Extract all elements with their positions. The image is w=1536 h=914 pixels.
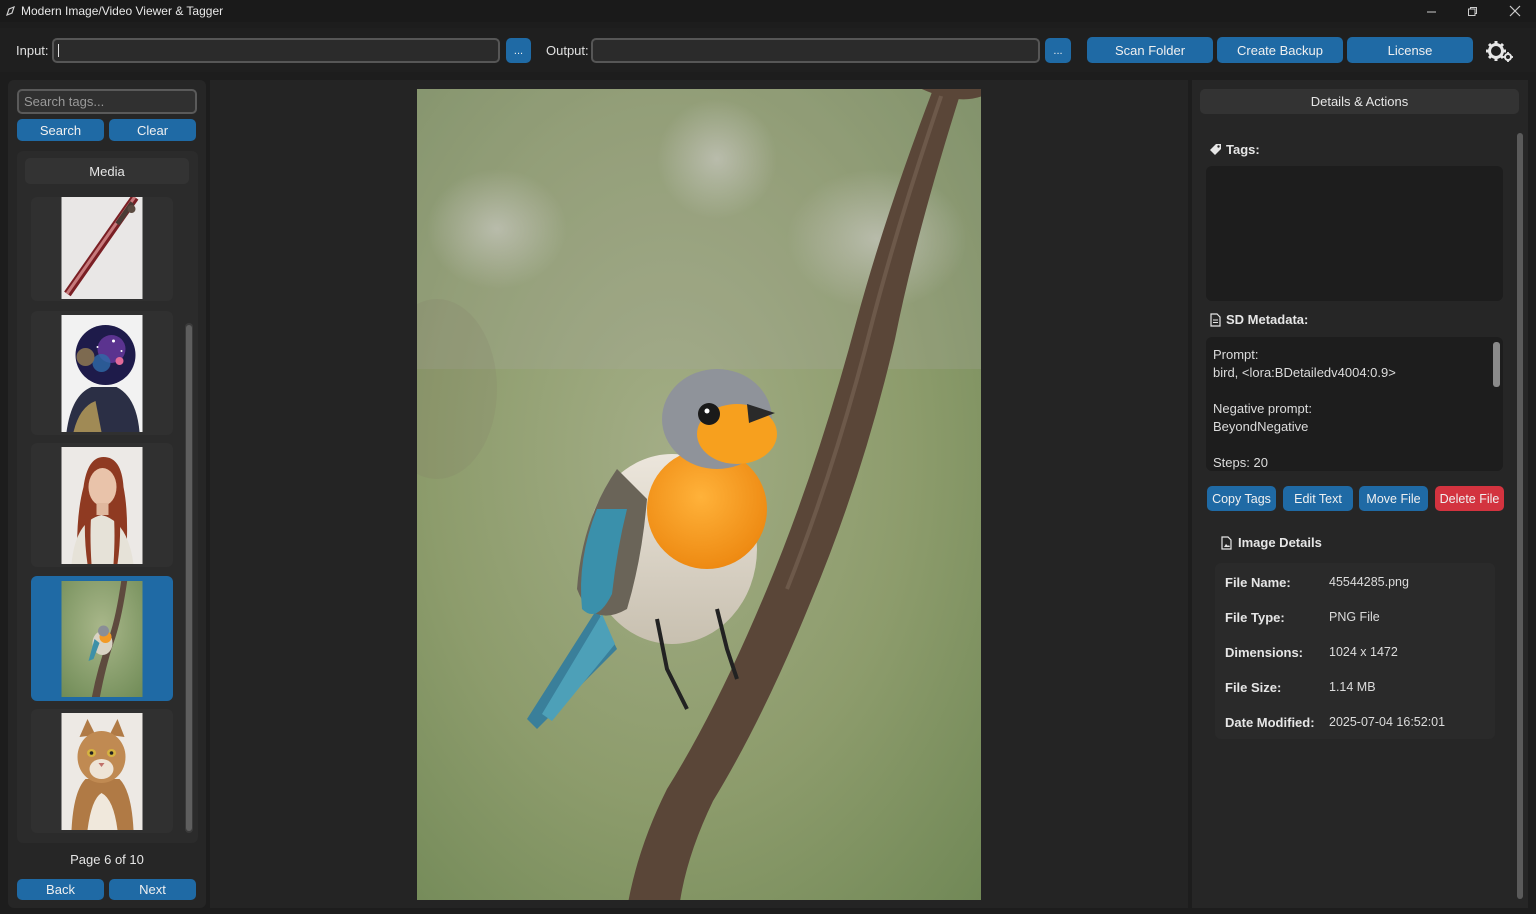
dimensions-label: Dimensions:	[1225, 645, 1304, 660]
image-details-title: Image Details	[1238, 535, 1322, 550]
output-label: Output:	[546, 43, 589, 58]
document-icon	[1210, 312, 1221, 327]
close-icon	[1509, 5, 1521, 17]
license-button[interactable]: License	[1347, 37, 1473, 63]
tags-section-title: Tags:	[1209, 142, 1260, 157]
media-header: Media	[25, 158, 189, 184]
window-title: Modern Image/Video Viewer & Tagger	[21, 4, 224, 18]
file-size-value: 1.14 MB	[1329, 680, 1376, 694]
steps-value: Steps: 20	[1213, 455, 1268, 470]
thumbnail-image	[61, 581, 143, 697]
prompt-label: Prompt:	[1213, 347, 1259, 362]
search-button[interactable]: Search	[17, 119, 104, 141]
negative-prompt-value: BeyondNegative	[1213, 419, 1309, 434]
input-label: Input:	[16, 43, 49, 58]
thumbnail-image	[61, 713, 143, 830]
close-window-button[interactable]	[1493, 0, 1536, 22]
thumbnail-image	[61, 315, 143, 432]
edit-text-button[interactable]: Edit Text	[1283, 486, 1353, 511]
image-file-icon	[1221, 535, 1232, 550]
restore-button[interactable]	[1450, 0, 1494, 22]
back-button[interactable]: Back	[17, 879, 104, 900]
tags-textbox[interactable]	[1206, 166, 1503, 301]
date-modified-label: Date Modified:	[1225, 715, 1315, 730]
clear-button[interactable]: Clear	[109, 119, 196, 141]
copy-tags-button[interactable]: Copy Tags	[1207, 486, 1276, 511]
tags-title: Tags:	[1226, 142, 1260, 157]
output-path-field[interactable]	[591, 38, 1040, 63]
prompt-value: bird, <lora:BDetailedv4004:0.9>	[1213, 365, 1396, 380]
next-button[interactable]: Next	[109, 879, 196, 900]
date-modified-value: 2025-07-04 16:52:01	[1329, 715, 1446, 729]
restore-icon	[1467, 6, 1477, 16]
image-details-table: File Name: 45544285.png File Type: PNG F…	[1215, 563, 1495, 739]
file-name-value: 45544285.png	[1329, 575, 1409, 589]
metadata-title: SD Metadata:	[1226, 312, 1309, 327]
gear-icon	[1486, 41, 1513, 62]
file-type-label: File Type:	[1225, 610, 1285, 625]
file-type-value: PNG File	[1329, 610, 1380, 624]
file-name-label: File Name:	[1225, 575, 1291, 590]
create-backup-button[interactable]: Create Backup	[1217, 37, 1343, 63]
media-thumbnail[interactable]	[31, 311, 173, 435]
input-path-field[interactable]	[52, 38, 500, 63]
output-browse-button[interactable]: ...	[1045, 38, 1071, 63]
tag-icon	[1210, 144, 1221, 155]
scan-folder-button[interactable]: Scan Folder	[1087, 37, 1213, 63]
tag-search-input[interactable]	[17, 89, 197, 114]
page-indicator: Page 6 of 10	[70, 852, 144, 867]
text-caret	[58, 44, 59, 57]
settings-button[interactable]	[1485, 37, 1515, 65]
negative-prompt-label: Negative prompt:	[1213, 401, 1312, 416]
dimensions-value: 1024 x 1472	[1329, 645, 1398, 659]
move-file-button[interactable]: Move File	[1359, 486, 1428, 511]
media-thumbnail[interactable]	[31, 709, 173, 833]
minimize-icon	[1426, 11, 1436, 12]
title-bar: Modern Image/Video Viewer & Tagger	[0, 0, 1536, 22]
delete-file-button[interactable]: Delete File	[1435, 486, 1504, 511]
thumbnail-image	[61, 447, 143, 564]
media-thumbnail-selected[interactable]	[31, 576, 173, 701]
media-thumbnail[interactable]	[31, 443, 173, 567]
input-path-wrapper	[52, 38, 500, 63]
details-header: Details & Actions	[1200, 89, 1519, 114]
minimize-button[interactable]	[1409, 0, 1453, 22]
metadata-textbox[interactable]: Prompt: bird, <lora:BDetailedv4004:0.9> …	[1206, 337, 1503, 471]
input-browse-button[interactable]: ...	[506, 38, 531, 63]
metadata-section-title: SD Metadata:	[1209, 312, 1308, 327]
image-details-section-title: Image Details	[1220, 535, 1322, 550]
thumbnail-image	[61, 197, 143, 299]
media-thumbnail[interactable]	[31, 197, 173, 301]
metadata-scrollbar-thumb[interactable]	[1493, 342, 1500, 387]
main-preview-image[interactable]	[417, 89, 981, 900]
details-scrollbar[interactable]	[1517, 133, 1523, 899]
media-scrollbar-thumb[interactable]	[186, 325, 192, 831]
app-icon	[3, 4, 17, 18]
file-size-label: File Size:	[1225, 680, 1282, 695]
